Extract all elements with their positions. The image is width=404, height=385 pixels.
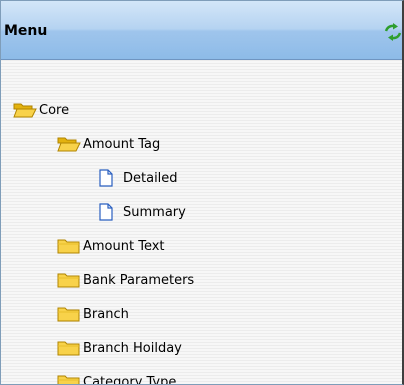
folder-icon (57, 305, 81, 323)
document-icon (97, 203, 121, 221)
tree-node-branch-hoilday[interactable]: Branch Hoilday (57, 337, 182, 359)
tree-node-label: Amount Text (83, 238, 165, 254)
tree-node-summary[interactable]: Summary (97, 201, 186, 223)
folder-icon (57, 339, 81, 357)
folder-icon (57, 237, 81, 255)
tree-node-label: Core (39, 102, 70, 118)
tree-node-label: Summary (123, 204, 186, 220)
open-folder-icon (57, 135, 81, 153)
open-folder-icon (13, 101, 37, 119)
menu-header: Menu (1, 1, 402, 60)
tree-node-label: Category Type (83, 374, 177, 385)
tree-node-label: Branch (83, 306, 129, 322)
tree-node-amount-tag[interactable]: Amount Tag (57, 133, 160, 155)
tree-node-core[interactable]: Core (13, 99, 69, 121)
tree-node-branch[interactable]: Branch (57, 303, 129, 325)
refresh-icon[interactable] (383, 23, 402, 41)
tree-node-label: Bank Parameters (83, 272, 195, 288)
tree-node-bank-parameters[interactable]: Bank Parameters (57, 269, 194, 291)
tree-node-category-type[interactable]: Category Type (57, 371, 177, 385)
tree-node-label: Branch Hoilday (83, 340, 182, 356)
menu-tree: Core Amount Tag Detailed Summary Amount … (1, 61, 402, 384)
menu-title: Menu (4, 23, 48, 39)
folder-icon (57, 271, 81, 289)
document-icon (97, 169, 121, 187)
tree-node-label: Detailed (123, 170, 178, 186)
tree-node-amount-text[interactable]: Amount Text (57, 235, 165, 257)
folder-icon (57, 373, 81, 384)
tree-node-label: Amount Tag (83, 136, 161, 152)
menu-panel: Menu Core Amount Tag Detailed Summary Am… (0, 0, 404, 385)
tree-node-detailed[interactable]: Detailed (97, 167, 178, 189)
